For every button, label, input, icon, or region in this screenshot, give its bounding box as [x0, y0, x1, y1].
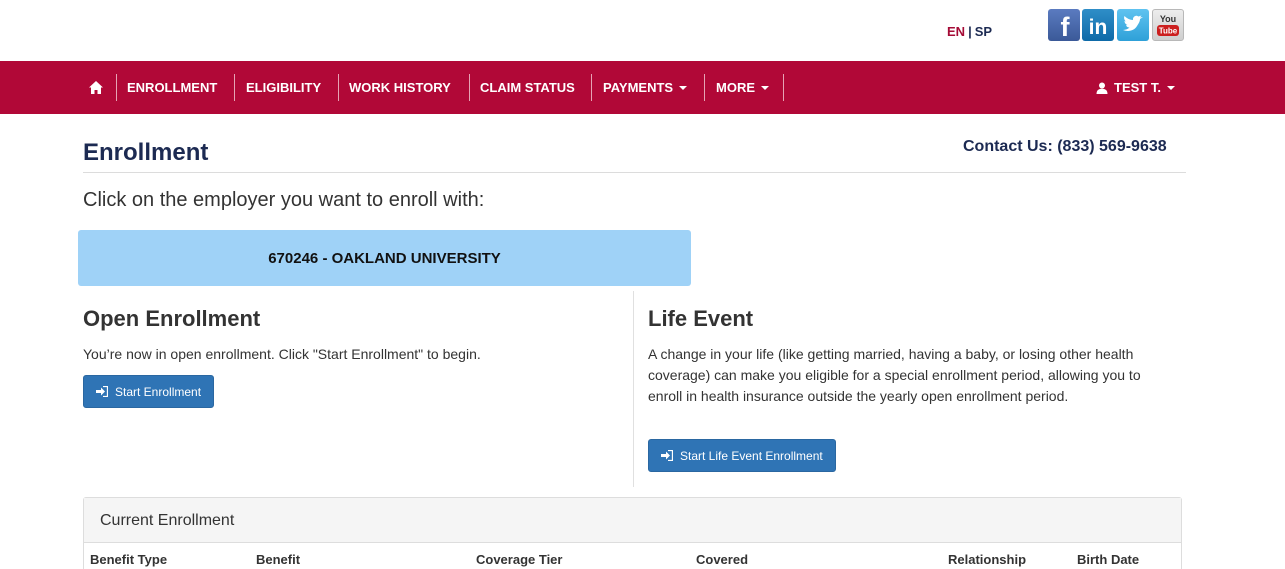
nav-divider	[116, 74, 117, 101]
nav-claim-status[interactable]: CLAIM STATUS	[480, 74, 575, 101]
nav-divider	[469, 74, 470, 101]
nav-claim-status-label: CLAIM STATUS	[480, 80, 575, 95]
top-bar: EN | SP f in You Tube	[0, 0, 1285, 61]
life-event-text: A change in your life (like getting marr…	[648, 346, 1141, 404]
language-switcher: EN | SP	[947, 24, 992, 39]
sign-in-icon	[96, 386, 108, 397]
linkedin-icon[interactable]: in	[1082, 9, 1114, 41]
nav-divider	[704, 74, 705, 101]
column-header-covered: Covered	[696, 552, 749, 567]
section-divider	[633, 291, 634, 487]
lang-en-link[interactable]: EN	[947, 24, 965, 39]
facebook-glyph: f	[1061, 12, 1071, 41]
page-title: Enrollment	[83, 139, 209, 166]
panel-title: Current Enrollment	[100, 512, 235, 529]
nav-payments-dropdown[interactable]: PAYMENTS	[603, 74, 688, 101]
youtube-tube-text: Tube	[1159, 27, 1178, 36]
header-divider	[83, 172, 1186, 173]
nav-enrollment-label: ENROLLMENT	[127, 80, 218, 95]
start-enrollment-label: Start Enrollment	[115, 384, 202, 399]
user-name: TEST T.	[1114, 80, 1161, 95]
start-life-event-button[interactable]: Start Life Event Enrollment	[648, 439, 836, 472]
lang-separator: |	[968, 24, 972, 39]
column-header-birth-date: Birth Date	[1077, 552, 1140, 567]
panel-heading: Current Enrollment	[84, 498, 1181, 543]
main-nav: ENROLLMENT ELIGIBILITY WORK HISTORY CLAI…	[0, 61, 1285, 114]
facebook-icon[interactable]: f	[1048, 9, 1080, 41]
employer-button[interactable]: 670246 - OAKLAND UNIVERSITY	[78, 230, 691, 286]
column-header-relationship: Relationship	[948, 552, 1027, 567]
nav-enrollment[interactable]: ENROLLMENT	[127, 74, 217, 101]
start-enrollment-button[interactable]: Start Enrollment	[83, 375, 215, 408]
open-enrollment-title: Open Enrollment	[83, 306, 261, 331]
contact-phone: Contact Us: (833) 569-9638	[963, 138, 1167, 155]
column-header-coverage-tier: Coverage Tier	[476, 552, 563, 567]
caret-down-icon	[761, 85, 769, 90]
nav-eligibility-label: ELIGIBILITY	[246, 80, 322, 95]
nav-divider	[783, 74, 784, 101]
nav-more-dropdown[interactable]: MORE	[716, 74, 769, 101]
nav-divider	[591, 74, 592, 101]
sign-in-icon	[661, 450, 673, 461]
nav-work-history-label: WORK HISTORY	[349, 80, 451, 95]
life-event-title: Life Event	[648, 306, 754, 331]
caret-down-icon	[1166, 85, 1175, 90]
youtube-you-text: You	[1160, 14, 1176, 24]
nav-divider	[234, 74, 235, 101]
column-header-benefit-type: Benefit Type	[90, 552, 168, 567]
current-enrollment-panel: Current Enrollment Benefit Type Benefit …	[83, 497, 1182, 569]
twitter-icon[interactable]	[1117, 9, 1149, 41]
nav-eligibility[interactable]: ELIGIBILITY	[246, 74, 321, 101]
employer-label: 670246 - OAKLAND UNIVERSITY	[268, 249, 501, 267]
home-icon	[89, 81, 103, 94]
column-header-benefit: Benefit	[256, 552, 301, 567]
open-enrollment-text: You’re now in open enrollment. Click "St…	[83, 346, 481, 362]
user-icon	[1096, 82, 1108, 94]
nav-home[interactable]	[89, 74, 103, 101]
start-life-event-label: Start Life Event Enrollment	[680, 448, 823, 463]
youtube-icon[interactable]: You Tube	[1152, 9, 1184, 41]
nav-more-label: MORE	[716, 80, 755, 95]
instruction-text: Click on the employer you want to enroll…	[83, 189, 485, 211]
nav-payments-label: PAYMENTS	[603, 80, 674, 95]
nav-work-history[interactable]: WORK HISTORY	[349, 74, 451, 101]
linkedin-glyph: in	[1089, 16, 1108, 39]
nav-divider	[338, 74, 339, 101]
caret-down-icon	[679, 85, 688, 90]
lang-sp-link[interactable]: SP	[975, 24, 992, 39]
user-menu[interactable]: TEST T.	[1096, 74, 1175, 101]
